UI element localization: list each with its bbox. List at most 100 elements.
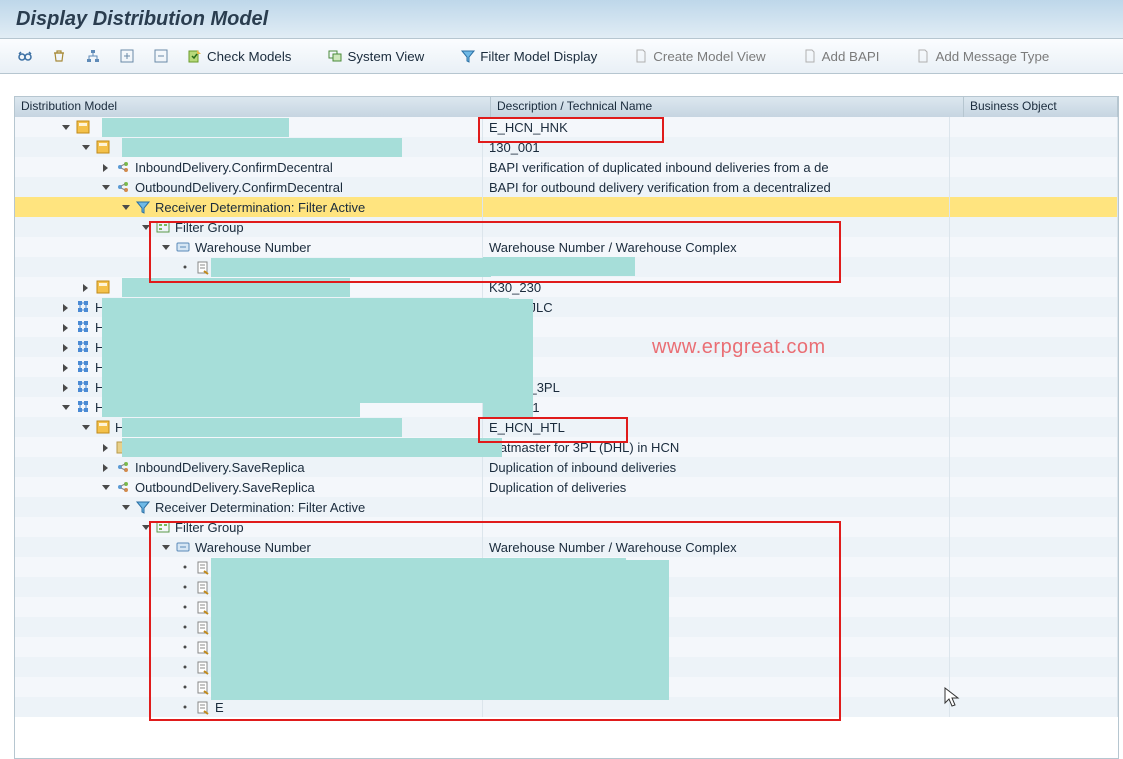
mv-icon [95,419,111,435]
col-description[interactable]: Description / Technical Name [491,97,964,117]
chevron-right-icon[interactable] [59,381,71,393]
expand-all-button[interactable] [112,44,142,68]
add-message-type-button[interactable]: Add Message Type [908,44,1056,68]
tree-cell-bo [950,637,1118,657]
system-view-label: System View [347,49,424,64]
fgrp-icon [155,519,171,535]
tree-row[interactable]: Filter Group [15,517,1118,537]
tree-grid: Distribution Model Description / Technic… [14,96,1119,759]
system-view-icon [327,48,343,64]
tree-row[interactable]: InboundDelivery.ConfirmDecentralBAPI ver… [15,157,1118,177]
delete-button[interactable] [44,44,74,68]
tree-row[interactable]: ZUS_CD20_MATMASmatmaster for 3PL (DHL) i… [15,437,1118,457]
tree-cell-bo [950,297,1118,317]
tree-row[interactable]: 3rd partyE_HCN_HNK [15,117,1118,137]
tree-row[interactable]: Warehouse NumberWarehouse Number / Wareh… [15,537,1118,557]
tree-cell-desc: Warehouse Number / Warehouse Complex [483,537,950,557]
grid-header: Distribution Model Description / Technic… [15,97,1118,118]
system-view-button[interactable]: System View [320,44,431,68]
add-message-type-label: Add Message Type [935,49,1049,64]
tree-row[interactable]: InboundDelivery.SaveReplicaDuplication o… [15,457,1118,477]
dependent-button[interactable] [78,44,108,68]
redaction-mask [122,418,402,437]
chevron-right-icon[interactable] [59,341,71,353]
tree-cell-desc [483,497,950,517]
node-label: Receiver Determination: Filter Active [155,200,365,215]
chevron-right-icon[interactable] [79,281,91,293]
cursor-icon [944,687,960,709]
tree-cell-desc: E_HCN_HTL [483,417,950,437]
chevron-down-icon[interactable] [79,421,91,433]
node-label: OutboundDelivery.SaveReplica [135,480,315,495]
tree-row[interactable]: OutboundDelivery.SaveReplicaDuplication … [15,477,1118,497]
chevron-right-icon[interactable] [99,461,111,473]
glasses-button[interactable] [10,44,40,68]
tree-cell-bo [950,497,1118,517]
chevron-down-icon[interactable] [79,141,91,153]
tree-row[interactable]: Filter Group [15,217,1118,237]
tree-row[interactable]: Receiver Determination: Filter Active [15,497,1118,517]
tree-cell-label: Receiver Determination: Filter Active [15,197,483,217]
tree-cell-label: Filter Group [15,517,483,537]
chevron-down-icon[interactable] [59,401,71,413]
tree-row[interactable]: 130_001 [15,137,1118,157]
title-bar: Display Distribution Model [0,0,1123,39]
redaction-mask [122,138,402,157]
chevron-down-icon[interactable] [139,521,151,533]
fld-icon [175,239,191,255]
collapse-all-button[interactable] [146,44,176,68]
tree-row[interactable]: HTL WM link to China 3rd party DHLE_HCN_… [15,417,1118,437]
val-icon [195,659,211,675]
chevron-down-icon[interactable] [119,501,131,513]
tree-cell-desc: BAPI verification of duplicated inbound … [483,157,950,177]
tree-row[interactable]: Warehouse NumberWarehouse Number / Wareh… [15,237,1118,257]
check-icon [187,48,203,64]
val-icon [195,599,211,615]
chevron-right-icon[interactable] [99,441,111,453]
chevron-down-icon[interactable] [99,181,111,193]
col-distribution-model[interactable]: Distribution Model [15,97,491,117]
chevron-down-icon[interactable] [159,241,171,253]
add-bapi-button[interactable]: Add BAPI [795,44,887,68]
leaf-bullet-icon [179,581,191,593]
tree-cell-label: Filter Group [15,217,483,237]
chevron-down-icon[interactable] [159,541,171,553]
leaf-bullet-icon [179,701,191,713]
tree-cell-bo [950,197,1118,217]
tree-cell-bo [950,117,1118,137]
node-desc: E_HCN_HTL [489,420,565,435]
create-model-view-button[interactable]: Create Model View [626,44,772,68]
val-icon [195,259,211,275]
redaction-mask [211,258,491,277]
col-business-object[interactable]: Business Object [964,97,1118,117]
chevron-down-icon[interactable] [59,121,71,133]
check-models-button[interactable]: Check Models [180,44,298,68]
node-label: OutboundDelivery.ConfirmDecentral [135,180,343,195]
chevron-right-icon[interactable] [59,361,71,373]
mv-icon [95,279,111,295]
chevron-down-icon[interactable] [119,201,131,213]
tree-row[interactable]: OutboundDelivery.ConfirmDecentral BAPI fo… [15,177,1118,197]
tree-cell-bo [950,557,1118,577]
tree-row[interactable]: K30_230 [15,277,1118,297]
tree-cell-bo [950,457,1118,477]
tree-cell-desc [483,517,950,537]
tree-cell-bo [950,657,1118,677]
filter-model-button[interactable]: Filter Model Display [453,44,604,68]
chevron-right-icon[interactable] [59,301,71,313]
chevron-right-icon[interactable] [59,321,71,333]
chevron-down-icon[interactable] [139,221,151,233]
trash-icon [51,48,67,64]
chevron-right-icon[interactable] [99,161,111,173]
tree-cell-desc: K30_230 [483,277,950,297]
val-icon [195,699,211,715]
tree-row[interactable]: Receiver Determination: Filter Active [15,197,1118,217]
chevron-down-icon[interactable] [99,481,111,493]
val-icon [195,579,211,595]
tree-cell-desc: BAPI for outbound delivery verification … [483,177,950,197]
node-label: Receiver Determination: Filter Active [155,500,365,515]
sys-icon [75,359,91,375]
tree-cell-desc: 130_001 [483,397,950,417]
tree-cell-bo [950,417,1118,437]
document-new-icon [633,48,649,64]
